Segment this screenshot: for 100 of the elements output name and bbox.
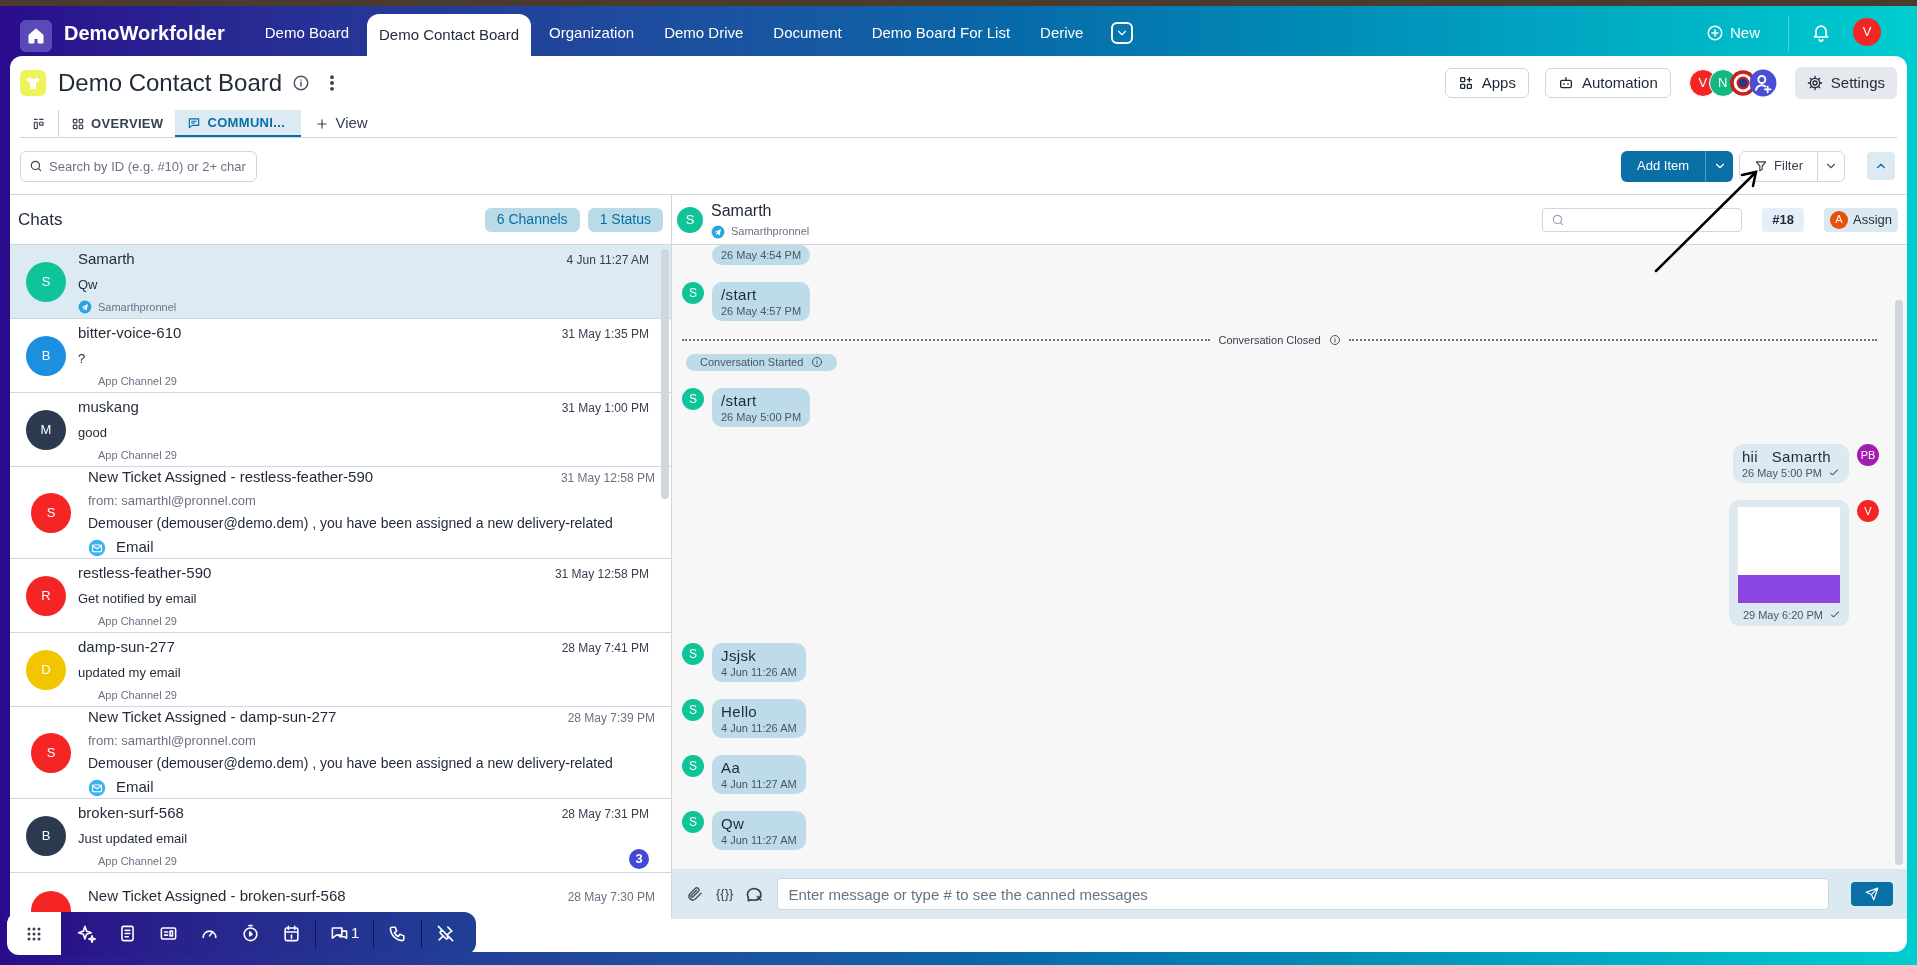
contact-name: New Ticket Assigned - restless-feather-590 bbox=[88, 467, 374, 488]
contact-name: restless-feather-590 bbox=[78, 562, 212, 583]
timestamp: 28 May 7:31 PM bbox=[561, 805, 649, 823]
workspace-name: DemoWorkfolder bbox=[64, 21, 225, 46]
add-view-button[interactable]: View bbox=[301, 110, 382, 137]
avatar: S bbox=[682, 699, 704, 721]
avatar: R bbox=[26, 575, 66, 616]
id-card-icon[interactable] bbox=[159, 924, 178, 943]
calendar-icon[interactable] bbox=[282, 924, 301, 943]
message-input[interactable]: Enter message or type # to see the canned messages bbox=[777, 878, 1829, 910]
channel-label: Samarthpronnel bbox=[98, 299, 177, 315]
apps-icon bbox=[1457, 75, 1474, 91]
assign-button[interactable]: A Assign bbox=[1823, 207, 1898, 232]
search-icon bbox=[29, 158, 43, 173]
filter-chip[interactable]: 1 Status bbox=[587, 207, 663, 232]
view-tab[interactable]: OVERVIEW bbox=[59, 110, 176, 137]
message-preview: Get notified by email bbox=[78, 590, 198, 609]
avatar: S bbox=[677, 206, 703, 233]
message-time: 4 Jun 11:27 AM bbox=[721, 777, 797, 791]
unread-count: 3 bbox=[629, 849, 649, 869]
message-text: hii Samarth bbox=[1741, 447, 1832, 466]
avatar: S bbox=[682, 811, 704, 833]
avatar: B bbox=[26, 335, 66, 376]
channel-label: Samarthpronnel bbox=[731, 224, 810, 240]
avatar: V bbox=[1857, 500, 1879, 522]
message-preview: Just updated email bbox=[78, 830, 189, 849]
home-button[interactable] bbox=[20, 20, 52, 52]
nav-tab[interactable]: Demo Board bbox=[252, 14, 361, 56]
message-text: Jsjsk bbox=[721, 646, 758, 665]
settings-icon bbox=[1806, 75, 1823, 91]
chat-list-item[interactable]: S Samarth 4 Jun 11:27 AM Qw Samarthpronnel bbox=[10, 245, 671, 319]
add-item-button[interactable]: Add Item bbox=[1621, 150, 1706, 182]
telegram-icon bbox=[78, 300, 92, 314]
nav-tab[interactable]: Demo Drive bbox=[652, 14, 756, 56]
avatar: B bbox=[26, 815, 66, 856]
timestamp: 28 May 7:39 PM bbox=[567, 710, 655, 728]
variables-button[interactable]: {{}} bbox=[716, 884, 734, 904]
scrollbar-thumb[interactable] bbox=[1895, 300, 1903, 865]
document-icon[interactable] bbox=[118, 924, 137, 943]
timer-icon[interactable] bbox=[241, 924, 260, 943]
avatar: S bbox=[682, 643, 704, 665]
apps-grid-button[interactable] bbox=[7, 912, 61, 955]
automation-button[interactable]: Automation bbox=[1544, 68, 1671, 98]
user-avatar: V bbox=[1853, 18, 1881, 46]
chat-icon bbox=[187, 115, 202, 130]
home-icon bbox=[27, 27, 45, 45]
avatar: S bbox=[682, 755, 704, 777]
scrollbar-thumb[interactable] bbox=[661, 249, 669, 499]
timestamp: 4 Jun 11:27 AM bbox=[566, 251, 649, 269]
nav-tab[interactable]: Document bbox=[761, 14, 854, 56]
more-tabs-button[interactable] bbox=[1111, 22, 1134, 44]
pin-off-icon[interactable] bbox=[436, 924, 456, 943]
grid-icon bbox=[71, 116, 85, 131]
channel-label: App Channel 29 bbox=[98, 613, 177, 629]
timestamp: 31 May 1:00 PM bbox=[561, 399, 649, 417]
contact-name: broken-surf-568 bbox=[78, 802, 184, 823]
search-field[interactable]: Search by ID (e.g. #10) or 2+ char bbox=[20, 150, 257, 182]
plus-icon bbox=[315, 116, 330, 131]
nav-tab[interactable]: Organization bbox=[537, 14, 647, 56]
channel-label: App Channel 29 bbox=[98, 447, 177, 463]
avatar: PB bbox=[1857, 444, 1879, 466]
sender-email: from: samarthl@pronnel.com bbox=[88, 731, 257, 750]
message-time: 26 May 5:00 PM bbox=[1741, 466, 1822, 480]
message-time: 4 Jun 11:26 AM bbox=[721, 665, 797, 679]
add-item-menu-button[interactable] bbox=[1705, 150, 1734, 182]
message-preview: updated my email bbox=[78, 664, 182, 683]
view-tab[interactable]: COMMUNI... bbox=[175, 110, 302, 137]
robot-icon bbox=[1557, 75, 1574, 91]
info-icon bbox=[1328, 334, 1341, 347]
paperclip-icon[interactable] bbox=[686, 885, 704, 903]
message-text: Qw bbox=[721, 814, 746, 833]
timestamp: 28 May 7:30 PM bbox=[567, 889, 655, 906]
assignee-avatar: A bbox=[1829, 210, 1848, 229]
timestamp: 31 May 1:35 PM bbox=[561, 325, 649, 343]
info-icon[interactable] bbox=[292, 74, 311, 92]
timestamp: 28 May 7:41 PM bbox=[561, 639, 649, 657]
avatar: S bbox=[682, 282, 704, 304]
chats-dock-button[interactable]: 1 bbox=[330, 922, 360, 945]
send-button[interactable] bbox=[1851, 882, 1893, 906]
avatar: S bbox=[31, 492, 71, 533]
nav-tab[interactable]: Demo Contact Board bbox=[367, 14, 532, 56]
sparkle-icon[interactable] bbox=[77, 924, 96, 943]
avatar: S bbox=[26, 261, 66, 302]
nav-tab[interactable]: Demo Board For List bbox=[859, 14, 1023, 56]
contact-name: bitter-voice-610 bbox=[78, 322, 182, 343]
filter-chip[interactable]: 6 Channels bbox=[484, 207, 580, 232]
timestamp: 31 May 12:58 PM bbox=[554, 565, 649, 583]
timestamp: 31 May 12:58 PM bbox=[560, 470, 655, 488]
settings-button[interactable]: Settings bbox=[1794, 67, 1897, 99]
message-text: /start bbox=[721, 391, 758, 410]
channel-label: App Channel 29 bbox=[98, 373, 177, 389]
nav-tab[interactable]: Derive bbox=[1028, 14, 1096, 56]
sender-email: from: samarthl@pronnel.com bbox=[88, 491, 257, 510]
message-time: 26 May 4:54 PM bbox=[721, 248, 802, 262]
contact-name: New Ticket Assigned - damp-sun-277 bbox=[88, 707, 337, 728]
apps-button[interactable]: Apps bbox=[1444, 68, 1529, 98]
chat-search-field[interactable] bbox=[1542, 207, 1743, 232]
filter-icon bbox=[1754, 159, 1769, 173]
add-member-icon[interactable] bbox=[1748, 69, 1777, 97]
phone-icon[interactable] bbox=[388, 924, 408, 943]
